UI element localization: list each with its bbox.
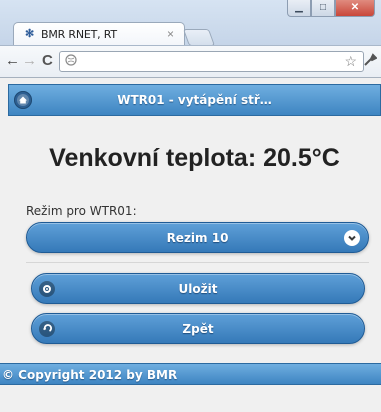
back-button[interactable]: Zpět (31, 313, 365, 344)
page-footer: © Copyright 2012 by BMR (0, 363, 381, 385)
close-window-button[interactable]: ✕ (335, 0, 375, 17)
chevron-down-icon (344, 230, 360, 246)
save-button-label: Uložit (178, 282, 218, 296)
browser-titlebar: ✻ BMR RNET, RT × ▁ □ ✕ (0, 0, 381, 51)
mode-select[interactable]: Rezim 10 (26, 222, 369, 253)
divider (26, 262, 369, 263)
mode-label: Režim pro WTR01: (26, 204, 137, 218)
app-favicon-icon: ✻ (25, 28, 35, 40)
outdoor-temperature: Venkovní teplota: 20.5°C (49, 144, 340, 172)
browser-tab[interactable]: ✻ BMR RNET, RT × (13, 22, 185, 45)
browser-toolbar: ← → C ☆ (0, 45, 381, 78)
minimize-button[interactable]: ▁ (287, 0, 311, 17)
reload-icon[interactable]: C (42, 53, 53, 69)
address-bar[interactable]: ☆ (59, 51, 364, 72)
mode-select-value: Rezim 10 (166, 231, 229, 245)
new-tab-button[interactable] (182, 29, 216, 46)
tab-title: BMR RNET, RT (41, 28, 117, 41)
tab-close-icon[interactable]: × (167, 27, 174, 41)
wrench-icon[interactable] (363, 53, 378, 71)
forward-arrow-icon[interactable]: → (22, 53, 37, 69)
maximize-button[interactable]: □ (311, 0, 335, 17)
back-button-label: Zpět (182, 322, 214, 336)
globe-icon (65, 54, 77, 69)
page-header: WTR01 - vytápění stř… (8, 84, 381, 116)
copyright-text: © Copyright 2012 by BMR (2, 368, 178, 382)
bookmark-star-icon[interactable]: ☆ (344, 53, 357, 70)
save-button[interactable]: Uložit (31, 273, 365, 304)
page-content: WTR01 - vytápění stř… Venkovní teplota: … (0, 78, 381, 412)
page-title: WTR01 - vytápění stř… (117, 93, 272, 107)
back-arrow-icon[interactable]: ← (5, 53, 20, 69)
window-controls: ▁ □ ✕ (287, 0, 375, 18)
